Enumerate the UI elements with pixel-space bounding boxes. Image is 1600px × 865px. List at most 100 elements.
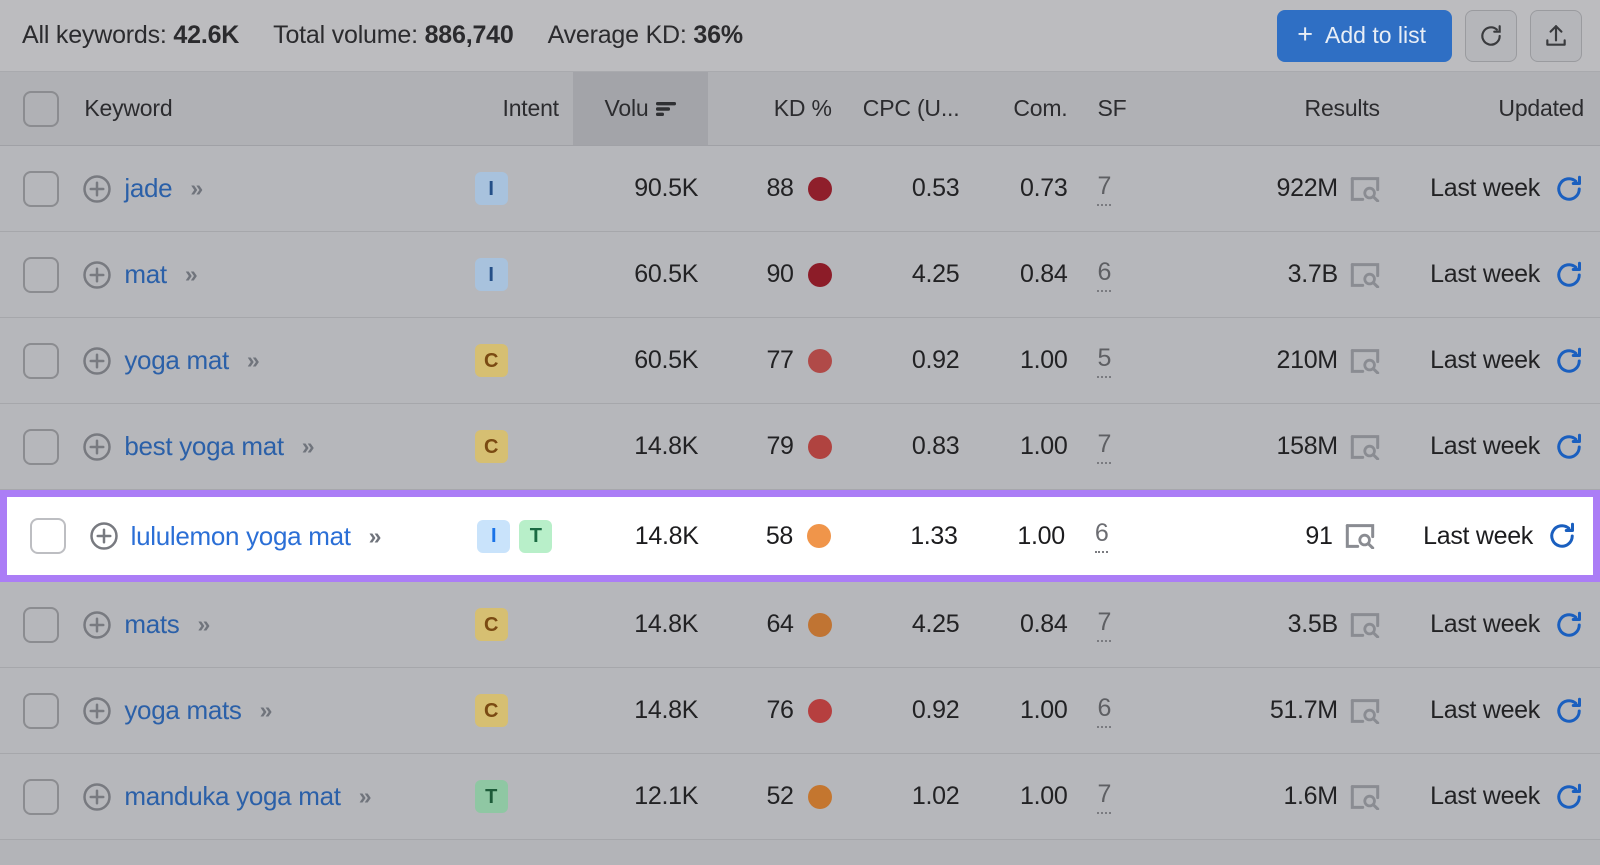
expand-keyword-icon[interactable]: » (369, 523, 382, 550)
row-select-cell[interactable] (7, 497, 89, 575)
refresh-icon[interactable] (1554, 260, 1584, 290)
plus-circle-icon[interactable] (82, 782, 112, 812)
refresh-icon[interactable] (1547, 521, 1577, 551)
table-row[interactable]: mats » C 14.8K 64 4.25 0.84 7 3.5B Last … (0, 582, 1600, 668)
keyword-link[interactable]: lululemon yoga mat (131, 521, 351, 552)
row-checkbox[interactable] (29, 518, 66, 554)
expand-keyword-icon[interactable]: » (247, 347, 260, 374)
row-checkbox[interactable] (23, 428, 60, 465)
table-row[interactable]: mat » I 60.5K 90 4.25 0.84 6 3.7B Last w… (0, 232, 1600, 318)
table-row[interactable]: jade » I 90.5K 88 0.53 0.73 7 922M Last … (0, 146, 1600, 232)
plus-circle-icon[interactable] (89, 521, 119, 551)
intent-cell: I (474, 146, 573, 231)
serp-preview-icon[interactable] (1350, 176, 1380, 202)
updated-cell: Last week (1392, 668, 1600, 753)
intent-badge-i[interactable]: I (474, 172, 508, 205)
export-button[interactable] (1530, 9, 1582, 62)
sf-value[interactable]: 7 (1097, 780, 1111, 814)
row-select-cell[interactable] (0, 668, 82, 753)
select-all-checkbox[interactable] (23, 90, 60, 127)
keyword-link[interactable]: mat (124, 259, 167, 290)
row-select-cell[interactable] (0, 404, 82, 489)
plus-circle-icon[interactable] (82, 346, 112, 376)
sf-value[interactable]: 6 (1097, 694, 1111, 728)
sf-value[interactable]: 6 (1094, 519, 1109, 553)
serp-preview-icon[interactable] (1350, 698, 1380, 724)
intent-badge-i[interactable]: I (477, 519, 511, 553)
sf-value[interactable]: 5 (1097, 344, 1111, 378)
intent-badge-c[interactable]: C (474, 608, 508, 641)
expand-keyword-icon[interactable]: » (190, 175, 203, 202)
keyword-cell: manduka yoga mat » (82, 754, 474, 839)
keyword-link[interactable]: mats (124, 609, 179, 640)
sf-value[interactable]: 7 (1097, 172, 1111, 206)
refresh-icon[interactable] (1554, 782, 1584, 812)
refresh-button[interactable] (1465, 9, 1517, 62)
row-checkbox[interactable] (23, 606, 60, 643)
row-checkbox[interactable] (23, 778, 60, 815)
table-row[interactable]: manduka yoga mat » T 12.1K 52 1.02 1.00 … (0, 754, 1600, 840)
refresh-icon[interactable] (1554, 696, 1584, 726)
keyword-link[interactable]: jade (124, 173, 172, 204)
results-cell: 1.6M (1156, 754, 1392, 839)
column-header-sf[interactable]: SF (1079, 72, 1156, 145)
serp-preview-icon[interactable] (1350, 262, 1380, 288)
table-row[interactable]: best yoga mat » C 14.8K 79 0.83 1.00 7 1… (0, 404, 1600, 490)
column-header-cpc[interactable]: CPC (U... (844, 72, 972, 145)
column-header-intent[interactable]: Intent (475, 72, 573, 145)
refresh-icon[interactable] (1554, 610, 1584, 640)
column-header-updated[interactable]: Updated (1392, 72, 1600, 145)
expand-keyword-icon[interactable]: » (359, 783, 372, 810)
serp-preview-icon[interactable] (1345, 523, 1375, 549)
row-checkbox[interactable] (23, 692, 60, 729)
row-select-cell[interactable] (0, 754, 82, 839)
keyword-link[interactable]: yoga mat (124, 345, 229, 376)
column-header-keyword[interactable]: Keyword (82, 72, 474, 145)
plus-circle-icon[interactable] (82, 432, 112, 462)
refresh-icon[interactable] (1554, 174, 1584, 204)
sf-value[interactable]: 7 (1097, 608, 1111, 642)
intent-badge-c[interactable]: C (474, 694, 508, 727)
sf-value[interactable]: 7 (1097, 430, 1111, 464)
column-header-results[interactable]: Results (1156, 72, 1392, 145)
plus-circle-icon[interactable] (82, 696, 112, 726)
plus-circle-icon[interactable] (82, 260, 112, 290)
serp-preview-icon[interactable] (1350, 612, 1380, 638)
refresh-icon[interactable] (1554, 346, 1584, 376)
intent-badge-c[interactable]: C (474, 344, 508, 377)
intent-badge-c[interactable]: C (474, 430, 508, 463)
table-row[interactable]: yoga mat » C 60.5K 77 0.92 1.00 5 210M L… (0, 318, 1600, 404)
keyword-link[interactable]: manduka yoga mat (124, 781, 341, 812)
expand-keyword-icon[interactable]: » (198, 611, 211, 638)
intent-badge-i[interactable]: I (474, 258, 508, 291)
column-header-kd[interactable]: KD % (708, 72, 844, 145)
serp-preview-icon[interactable] (1350, 434, 1380, 460)
intent-badge-t[interactable]: T (519, 519, 553, 553)
updated-cell: Last week (1392, 582, 1600, 667)
row-checkbox[interactable] (23, 342, 60, 379)
table-row[interactable]: lululemon yoga mat » IT 14.8K 58 1.33 1.… (0, 490, 1600, 582)
refresh-icon[interactable] (1554, 432, 1584, 462)
column-header-volume[interactable]: Volu (572, 72, 709, 145)
intent-badge-t[interactable]: T (474, 780, 508, 813)
row-checkbox[interactable] (23, 170, 60, 207)
column-header-com[interactable]: Com. (971, 72, 1079, 145)
serp-preview-icon[interactable] (1350, 348, 1380, 374)
select-all-header[interactable] (0, 72, 82, 145)
row-select-cell[interactable] (0, 232, 82, 317)
keyword-link[interactable]: yoga mats (124, 695, 242, 726)
sf-value[interactable]: 6 (1097, 258, 1111, 292)
expand-keyword-icon[interactable]: » (185, 261, 198, 288)
expand-keyword-icon[interactable]: » (260, 697, 273, 724)
row-checkbox[interactable] (23, 256, 60, 293)
row-select-cell[interactable] (0, 146, 82, 231)
serp-preview-icon[interactable] (1350, 784, 1380, 810)
expand-keyword-icon[interactable]: » (302, 433, 315, 460)
plus-circle-icon[interactable] (82, 174, 112, 204)
keyword-link[interactable]: best yoga mat (124, 431, 284, 462)
row-select-cell[interactable] (0, 582, 82, 667)
plus-circle-icon[interactable] (82, 610, 112, 640)
table-row[interactable]: yoga mats » C 14.8K 76 0.92 1.00 6 51.7M (0, 668, 1600, 754)
row-select-cell[interactable] (0, 318, 82, 403)
add-to-list-button[interactable]: + Add to list (1277, 9, 1452, 62)
